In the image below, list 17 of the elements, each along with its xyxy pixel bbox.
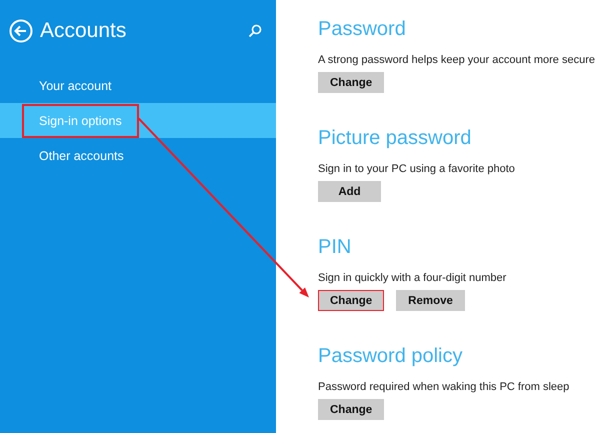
back-icon[interactable] [9, 19, 33, 43]
section-description: Sign in to your PC using a favorite photo [318, 163, 516, 175]
page-title: Accounts [40, 19, 128, 43]
section-description: A strong password helps keep your account more secure [318, 54, 596, 66]
section-description: Sign in quickly with a four-digit number [318, 272, 508, 284]
highlight-frame: Sign-in options [22, 104, 139, 138]
secondary-button[interactable]: Remove [396, 290, 465, 311]
primary-button[interactable]: Change [318, 290, 384, 311]
section-description: Password required when waking this PC from sleep [318, 381, 570, 393]
section-heading: Password [318, 18, 407, 42]
section-heading: Password policy [318, 345, 464, 369]
search-icon[interactable] [248, 24, 262, 38]
section-heading: PIN [318, 236, 352, 260]
primary-button[interactable]: Change [318, 399, 384, 420]
section-heading: Picture password [318, 127, 472, 151]
primary-button[interactable]: Add [318, 181, 381, 202]
primary-button[interactable]: Change [318, 72, 384, 93]
